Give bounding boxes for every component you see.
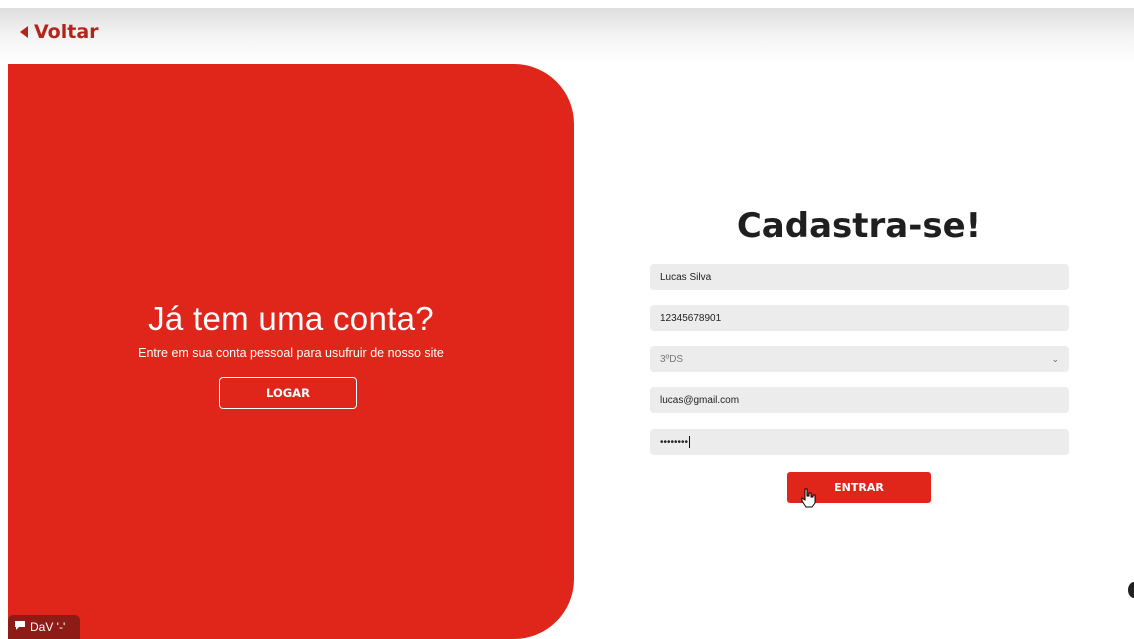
name-value: Lucas Silva: [660, 271, 712, 283]
text-caret: [689, 436, 691, 448]
class-select[interactable]: 3ºDS ⌄: [650, 346, 1069, 372]
class-select-value: 3ºDS: [660, 353, 684, 365]
edge-button[interactable]: [1128, 582, 1134, 598]
chat-icon: [14, 620, 26, 634]
login-button[interactable]: LOGAR: [219, 377, 357, 409]
hand-pointer-icon: [801, 488, 816, 508]
password-value: ••••••••: [660, 436, 689, 448]
top-bar: Voltar: [0, 0, 1134, 64]
back-label: Voltar: [34, 21, 99, 43]
badge-label: DaV '-': [30, 620, 66, 634]
caret-left-icon: [20, 26, 28, 38]
email-input[interactable]: lucas@gmail.com: [650, 387, 1069, 413]
login-promo-panel: Já tem uma conta? Entre em sua conta pes…: [8, 64, 574, 639]
name-input[interactable]: Lucas Silva: [650, 264, 1069, 290]
register-title: Cadastra-se!: [736, 206, 982, 246]
top-strip: [0, 0, 1134, 8]
footer-badge[interactable]: DaV '-': [8, 615, 80, 639]
id-value: 12345678901: [660, 312, 722, 324]
promo-title: Já tem uma conta?: [148, 300, 434, 337]
chevron-down-icon: ⌄: [1051, 353, 1059, 364]
promo-subtitle: Entre em sua conta pessoal para usufruir…: [138, 346, 444, 360]
password-input[interactable]: ••••••••: [650, 429, 1069, 455]
id-input[interactable]: 12345678901: [650, 305, 1069, 331]
back-link[interactable]: Voltar: [20, 21, 99, 43]
email-value: lucas@gmail.com: [660, 394, 740, 406]
